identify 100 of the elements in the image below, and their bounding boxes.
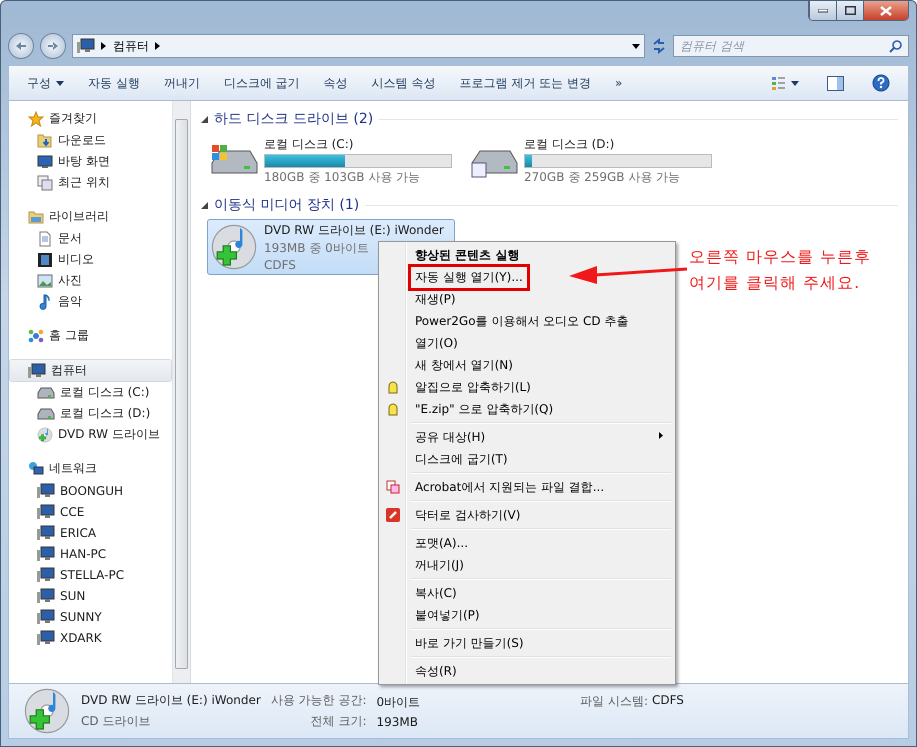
toolbar-button[interactable]: 디스크에 굽기 — [214, 70, 310, 96]
field-label: 파일 시스템: — [580, 693, 648, 710]
computer-icon — [37, 588, 55, 604]
drive-capacity: 193MB 중 0바이트 — [264, 240, 369, 257]
computer-icon — [37, 566, 55, 582]
nav-item[interactable]: 즐겨찾기 — [9, 107, 172, 130]
nav-item[interactable]: 로컬 디스크 (C:) — [9, 382, 172, 403]
nav-item[interactable]: 최근 위치 — [9, 172, 172, 193]
nav-item[interactable]: HAN-PC — [9, 543, 172, 564]
computer-icon — [37, 608, 55, 624]
nav-item[interactable]: BOONGUH — [9, 480, 172, 501]
drive-name: 로컬 디스크 (D:) — [524, 136, 614, 153]
view-options-icon[interactable] — [771, 75, 799, 91]
menu-item[interactable]: 자동 실행 열기(Y)... — [408, 264, 530, 290]
menu-item[interactable]: 속성(R) — [408, 658, 464, 684]
drive-tile[interactable]: 로컬 디스크 (D:) 270GB 중 259GB 사용 가능 — [467, 133, 715, 189]
search-icon — [889, 40, 902, 52]
toolbar-button[interactable]: 구성 — [17, 70, 74, 96]
drive-icon — [37, 384, 55, 400]
annotation-text: 오른쪽 마우스를 누른후 — [689, 247, 872, 268]
nav-item[interactable]: ERICA — [9, 522, 172, 543]
file-system: CDFS — [264, 258, 296, 272]
drive-type: CD 드라이브 — [81, 713, 152, 730]
field-value: 0바이트 — [376, 694, 420, 710]
back-button[interactable] — [8, 33, 34, 59]
photo-icon — [37, 272, 53, 288]
section-title: 이동식 미디어 장치 (1) — [214, 196, 360, 214]
toolbar-button[interactable]: 자동 실행 — [78, 70, 150, 96]
star-icon — [28, 110, 44, 126]
nav-item[interactable]: SUNNY — [9, 606, 172, 627]
field-value: 193MB — [376, 714, 419, 728]
nav-item[interactable]: SUN — [9, 585, 172, 606]
back-arrow-icon — [15, 41, 27, 51]
computer-icon — [77, 38, 95, 54]
nav-item[interactable]: CCE — [9, 501, 172, 522]
refresh-icon[interactable] — [651, 38, 667, 54]
dvd-icon — [23, 687, 71, 735]
scrollbar[interactable] — [172, 101, 191, 683]
caret-icon — [56, 80, 64, 86]
section-title: 하드 디스크 드라이브 (2) — [214, 110, 374, 128]
forward-button[interactable] — [40, 33, 66, 59]
nav-item[interactable]: 컴퓨터 — [9, 359, 172, 382]
minimize-button[interactable] — [809, 1, 836, 20]
preview-pane-icon[interactable] — [827, 76, 844, 90]
toolbar-button[interactable]: 속성 — [314, 70, 358, 96]
maximize-icon — [844, 6, 856, 15]
field-label: 전체 크기: — [310, 713, 366, 730]
menu-item[interactable]: Acrobat에서 지원되는 파일 결합... — [408, 474, 612, 500]
nav-item[interactable]: DVD RW 드라이브 — [9, 424, 172, 445]
nav-item[interactable]: 문서 — [9, 228, 172, 249]
computer-icon — [28, 362, 46, 378]
document-icon — [37, 230, 53, 246]
toolbar-button[interactable]: 시스템 속성 — [362, 70, 446, 96]
address-bar[interactable]: 컴퓨터 — [72, 34, 645, 58]
drive-capacity: 270GB 중 259GB 사용 가능 — [524, 169, 680, 186]
nav-item[interactable]: 홈 그룹 — [9, 324, 172, 347]
drive-capacity: 180GB 중 103GB 사용 가능 — [264, 169, 420, 186]
computer-icon — [37, 482, 55, 498]
drive-name: 로컬 디스크 (C:) — [264, 136, 354, 153]
help-icon[interactable] — [872, 74, 890, 92]
dropdown-icon[interactable] — [632, 44, 640, 48]
nav-item[interactable]: 음악 — [9, 291, 172, 312]
menu-item[interactable]: 바로 가기 만들기(S) — [408, 630, 531, 656]
drive-name: DVD RW 드라이브 (E:) iWonder — [81, 692, 261, 709]
forward-arrow-icon — [47, 41, 59, 51]
collapse-icon[interactable] — [201, 116, 208, 122]
nav-item[interactable]: 사진 — [9, 270, 172, 291]
nav-item[interactable]: 비디오 — [9, 249, 172, 270]
network-icon — [28, 460, 44, 476]
nav-item[interactable]: 라이브러리 — [9, 205, 172, 228]
folder-icon — [37, 132, 53, 148]
computer-icon — [37, 630, 55, 646]
maximize-button[interactable] — [836, 1, 863, 20]
library-icon — [28, 208, 44, 224]
homegroup-icon — [28, 328, 44, 344]
computer-icon — [37, 546, 55, 562]
nav-item[interactable]: STELLA-PC — [9, 564, 172, 585]
menu-item[interactable]: 닥터로 검사하기(V) — [408, 502, 528, 528]
computer-icon — [37, 504, 55, 520]
film-icon — [37, 252, 53, 268]
nav-item[interactable]: 로컬 디스크 (D:) — [9, 403, 172, 424]
nav-item[interactable]: 네트워크 — [9, 457, 172, 480]
breadcrumb[interactable]: 컴퓨터 — [113, 38, 149, 54]
nav-item[interactable]: 다운로드 — [9, 130, 172, 151]
drive-tile[interactable]: 로컬 디스크 (C:) 180GB 중 103GB 사용 가능 — [207, 133, 455, 189]
nav-item[interactable]: 바탕 화면 — [9, 151, 172, 172]
toolbar-button[interactable]: 프로그램 제거 또는 변경 — [449, 70, 601, 96]
close-button[interactable] — [863, 1, 908, 20]
collapse-icon[interactable] — [201, 202, 208, 208]
annotation-text: 여기를 클릭해 주세요. — [689, 273, 862, 294]
dvd-icon — [37, 426, 53, 442]
field-label: 사용 가능한 공간: — [270, 692, 366, 709]
toolbar-button[interactable]: 꺼내기 — [154, 70, 210, 96]
archive-icon — [386, 380, 400, 394]
chevron-icon — [101, 42, 107, 50]
pdf-icon — [386, 480, 400, 494]
desktop-icon — [37, 154, 53, 170]
nav-item[interactable]: XDARK — [9, 627, 172, 648]
drive-icon — [37, 406, 55, 422]
toolbar-button[interactable]: » — [604, 72, 632, 94]
